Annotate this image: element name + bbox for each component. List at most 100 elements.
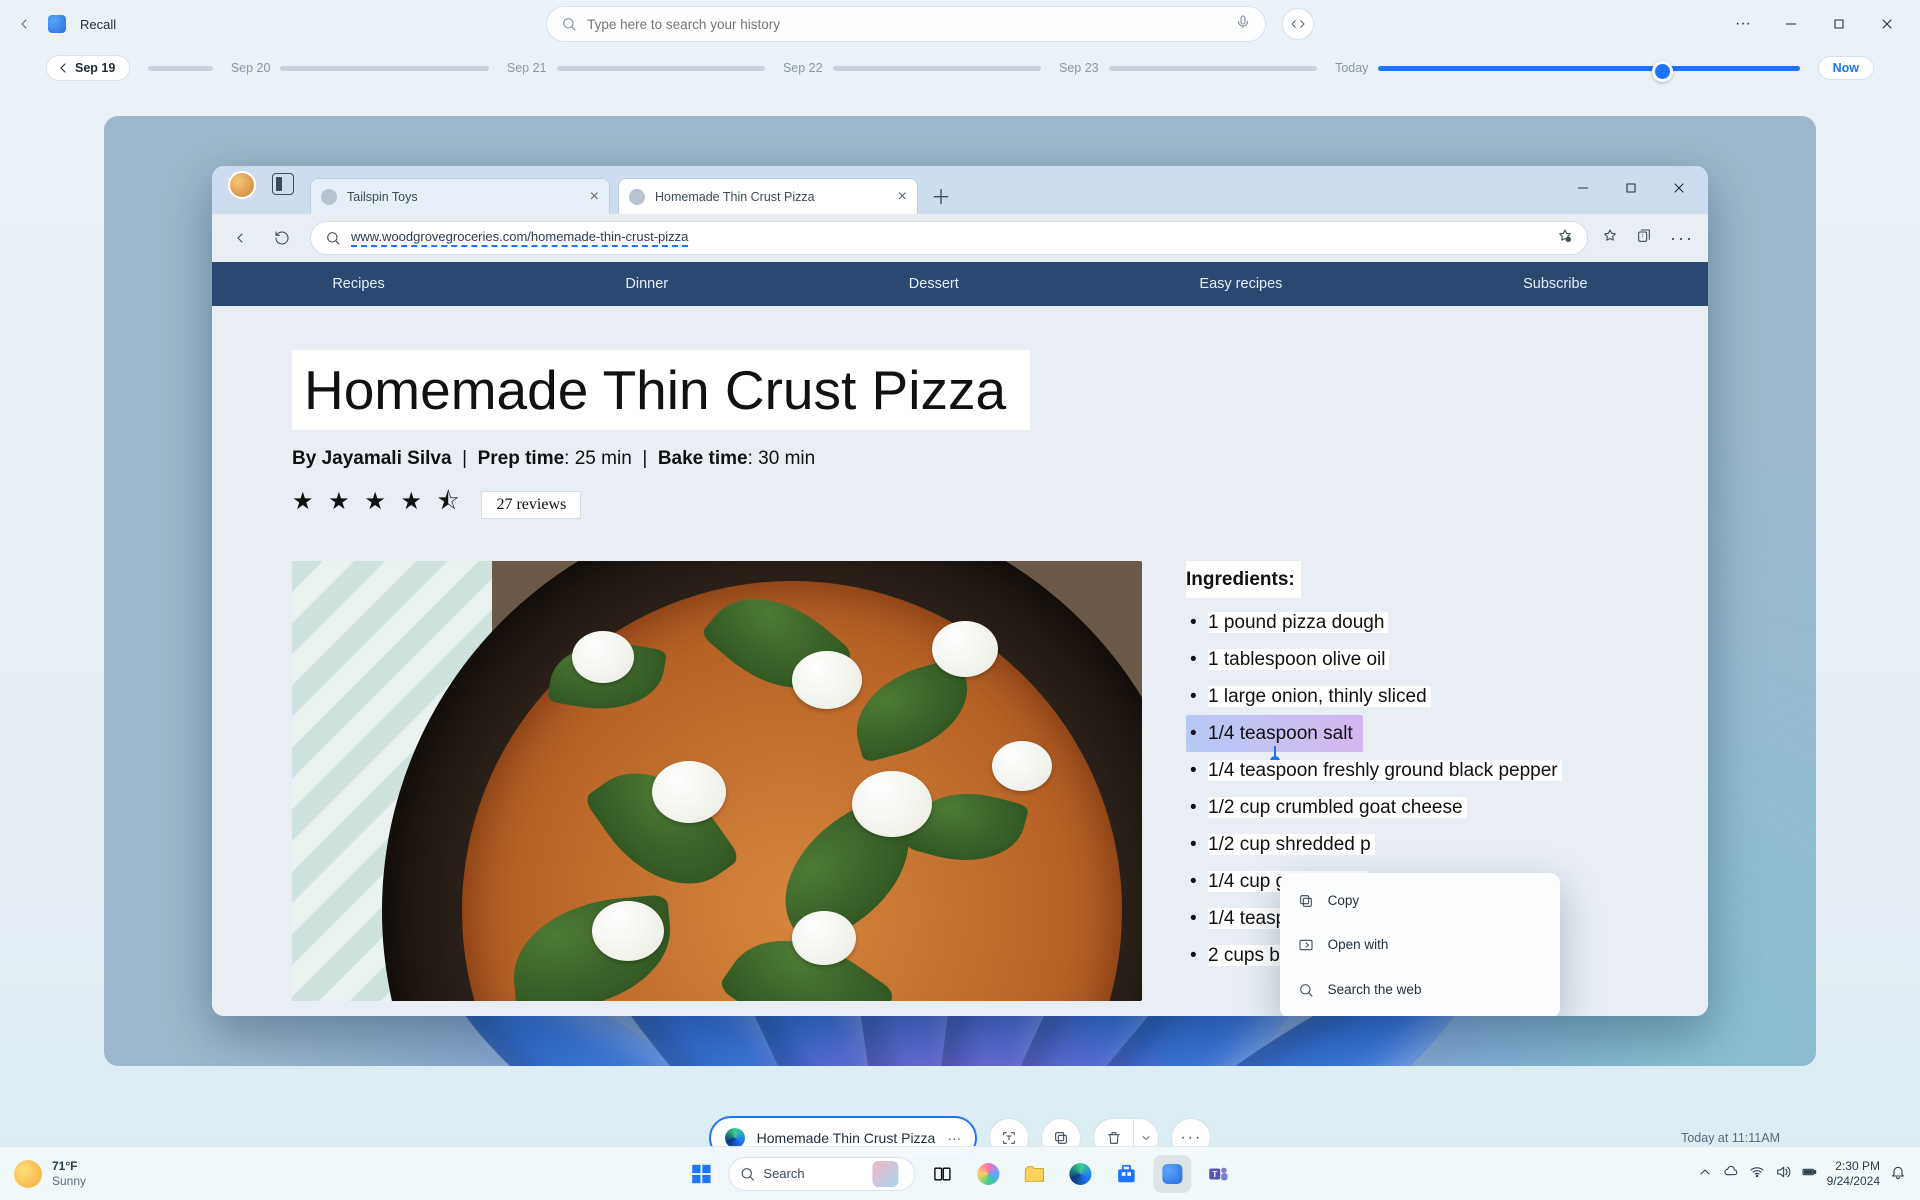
list-item: 1/2 cup crumbled goat cheese xyxy=(1186,789,1562,826)
start-button[interactable] xyxy=(682,1155,720,1193)
history-search-field[interactable] xyxy=(546,6,1266,42)
notifications-button[interactable] xyxy=(1890,1164,1906,1183)
volume-icon[interactable] xyxy=(1775,1164,1791,1183)
tab-close-button[interactable]: × xyxy=(898,188,907,206)
settings-more-icon[interactable]: ··· xyxy=(1670,228,1694,249)
taskbar-center: Search T xyxy=(682,1155,1237,1193)
bake-value: 30 min xyxy=(758,448,815,469)
list-item: 1/4 teaspoon freshly ground black pepper xyxy=(1186,752,1562,789)
svg-text:T: T xyxy=(1212,1169,1217,1178)
history-search-input[interactable] xyxy=(587,17,1225,32)
tabstrip: Tailspin Toys × Homemade Thin Crust Pizz… xyxy=(212,166,1708,214)
minimize-button[interactable] xyxy=(1768,8,1814,40)
toolbar-actions: ··· xyxy=(1602,228,1694,249)
code-chip-button[interactable] xyxy=(1282,8,1314,40)
rating-row: ★ ★ ★ ★ ⯪ 27 reviews xyxy=(292,484,1628,525)
snapshot-title: Homemade Thin Crust Pizza xyxy=(757,1130,936,1146)
timeline-segment[interactable]: Sep 21 xyxy=(507,61,765,75)
close-button[interactable] xyxy=(1864,8,1910,40)
browser-maximize-button[interactable] xyxy=(1608,172,1654,204)
recipe-photo xyxy=(292,561,1142,1001)
search-icon xyxy=(561,16,577,32)
recall-taskbar-button[interactable] xyxy=(1154,1155,1192,1193)
maximize-button[interactable] xyxy=(1816,8,1862,40)
teams-button[interactable]: T xyxy=(1200,1155,1238,1193)
workspaces-icon[interactable] xyxy=(272,173,294,195)
nav-link[interactable]: Subscribe xyxy=(1523,276,1587,292)
timeline-segment-bar[interactable] xyxy=(1109,66,1317,71)
store-button[interactable] xyxy=(1108,1155,1146,1193)
nav-back-button[interactable] xyxy=(226,224,254,252)
tab-recipe[interactable]: Homemade Thin Crust Pizza × xyxy=(618,178,918,214)
tab-title: Tailspin Toys xyxy=(347,190,418,204)
weather-widget[interactable]: 71°F Sunny xyxy=(14,1159,86,1188)
browser-minimize-button[interactable] xyxy=(1560,172,1606,204)
browser-window: Tailspin Toys × Homemade Thin Crust Pizz… xyxy=(212,166,1708,1016)
wifi-icon[interactable] xyxy=(1749,1164,1765,1183)
chevron-left-icon xyxy=(55,60,71,76)
recipe-meta: By Jayamali Silva | Prep time: 25 min | … xyxy=(292,448,1628,470)
edge-button[interactable] xyxy=(1062,1155,1100,1193)
search-icon xyxy=(1298,982,1314,998)
timeline-now-button[interactable]: Now xyxy=(1818,56,1874,80)
timeline-segment-bar[interactable] xyxy=(148,66,213,71)
nav-link[interactable]: Dessert xyxy=(909,276,959,292)
browser-window-controls xyxy=(1560,172,1702,204)
copilot-button[interactable] xyxy=(970,1155,1008,1193)
author-name: Jayamali Silva xyxy=(322,448,452,469)
timeline-segment[interactable]: Sep 22 xyxy=(783,61,1041,75)
browser-close-button[interactable] xyxy=(1656,172,1702,204)
taskbar-search[interactable]: Search xyxy=(728,1157,915,1191)
more-button[interactable]: ··· xyxy=(1720,8,1766,40)
tab-close-button[interactable]: × xyxy=(590,188,599,206)
favorites-icon[interactable] xyxy=(1602,228,1618,249)
nav-link[interactable]: Recipes xyxy=(332,276,384,292)
explorer-button[interactable] xyxy=(1016,1155,1054,1193)
snapshot-more-button[interactable]: ··· xyxy=(947,1130,961,1146)
list-item-selected[interactable]: 1/4 teaspoon salt xyxy=(1186,715,1363,752)
taskview-button[interactable] xyxy=(924,1155,962,1193)
reviews-count[interactable]: 27 reviews xyxy=(481,491,581,519)
address-bar: www.woodgrovegroceries.com/homemade-thin… xyxy=(212,214,1708,262)
tray-expand-button[interactable] xyxy=(1697,1164,1713,1183)
titlebar: Recall ··· xyxy=(0,0,1920,48)
mic-icon[interactable] xyxy=(1235,14,1251,35)
timeline-segment[interactable]: Sep 20 xyxy=(231,61,489,75)
ingredients: Ingredients: 1 pound pizza dough 1 table… xyxy=(1186,561,1562,975)
page-title-wrap: Homemade Thin Crust Pizza xyxy=(292,350,1030,430)
ctx-open-with[interactable]: Open with xyxy=(1286,923,1554,967)
profile-avatar[interactable] xyxy=(228,171,256,199)
battery-icon[interactable] xyxy=(1801,1164,1817,1183)
timeline-date: Sep 21 xyxy=(507,61,547,75)
timeline-segment-bar[interactable] xyxy=(280,66,488,71)
timeline-today-bar[interactable] xyxy=(1378,66,1799,71)
nav-link[interactable]: Easy recipes xyxy=(1199,276,1282,292)
timeline-segment[interactable]: Sep 23 xyxy=(1059,61,1317,75)
collections-icon[interactable] xyxy=(1636,228,1652,249)
list-item: 1 large onion, thinly sliced xyxy=(1186,678,1562,715)
timeline-today[interactable]: Today xyxy=(1335,61,1800,75)
url-field[interactable]: www.woodgrovegroceries.com/homemade-thin… xyxy=(310,221,1588,255)
back-button[interactable] xyxy=(10,10,38,38)
timeline-current-chip[interactable]: Sep 19 xyxy=(46,55,130,81)
star-rating-icon: ★ ★ ★ ★ ⯪ xyxy=(292,484,463,525)
favorite-badge-icon[interactable] xyxy=(1557,228,1573,249)
clock[interactable]: 2:30 PM 9/24/2024 xyxy=(1827,1159,1880,1189)
tab-tailspin[interactable]: Tailspin Toys × xyxy=(310,178,610,214)
timeline-segment-bar[interactable] xyxy=(833,66,1041,71)
edge-icon xyxy=(725,1128,745,1148)
timeline-date: Sep 23 xyxy=(1059,61,1099,75)
nav-link[interactable]: Dinner xyxy=(625,276,668,292)
clock-time: 2:30 PM xyxy=(1827,1159,1880,1174)
snapshot-card: Tailspin Toys × Homemade Thin Crust Pizz… xyxy=(104,116,1816,1066)
timeline-date: Sep 20 xyxy=(231,61,271,75)
timeline-segment-bar[interactable] xyxy=(557,66,765,71)
new-tab-button[interactable]: ＋ xyxy=(926,180,956,210)
nav-reload-button[interactable] xyxy=(268,224,296,252)
ctx-search-web[interactable]: Search the web xyxy=(1286,968,1554,1012)
timeline[interactable]: Sep 19 Sep 20 Sep 21 Sep 22 Sep 23 Today… xyxy=(0,48,1920,88)
onedrive-icon[interactable] xyxy=(1723,1164,1739,1183)
ctx-copy[interactable]: Copy xyxy=(1286,879,1554,923)
search-highlight-icon xyxy=(873,1161,899,1187)
weather-icon xyxy=(14,1160,42,1188)
